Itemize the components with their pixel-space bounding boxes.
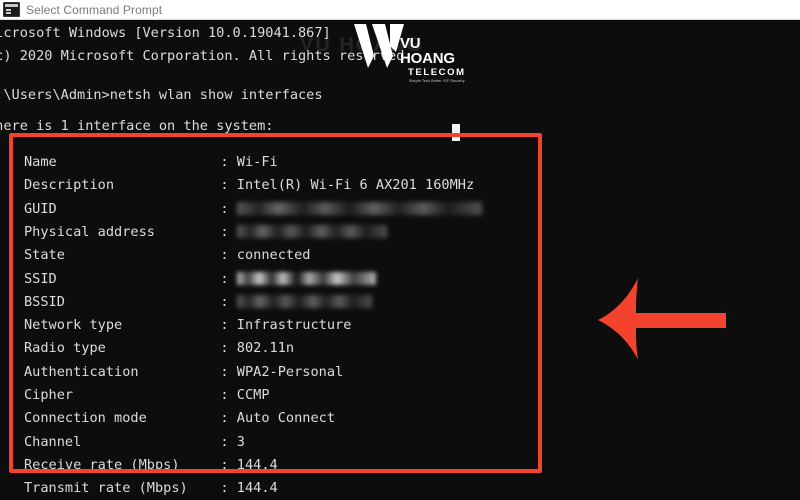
screenshot-root: Select Command Prompt Microsoft Windows … <box>0 0 800 500</box>
interface-row-label: Channel : <box>24 433 237 450</box>
interface-row-value: connected <box>236 247 311 264</box>
interface-row-label: Name : <box>24 154 237 170</box>
window-titlebar[interactable]: Select Command Prompt <box>0 0 800 20</box>
interface-row: Channel : 3 <box>24 431 245 454</box>
interface-row: BSSID : <box>24 291 372 314</box>
redacted-value <box>236 272 376 285</box>
interface-row-label: Cipher : <box>24 387 237 403</box>
interface-row: Description : Intel(R) Wi-Fi 6 AX201 160… <box>24 174 474 197</box>
redacted-value <box>236 202 482 216</box>
interface-row: Authentication : WPA2-Personal <box>24 361 343 384</box>
interface-row-value: Infrastructure <box>236 317 352 334</box>
redacted-value <box>236 225 387 239</box>
console-line-version: Microsoft Windows [Version 10.0.19041.86… <box>0 25 331 41</box>
interface-row-label: Description : <box>24 177 237 194</box>
interface-row: SSID : <box>24 268 376 291</box>
console-output-area[interactable]: Microsoft Windows [Version 10.0.19041.86… <box>0 20 800 500</box>
interface-row: Transmit rate (Mbps) : 144.4 <box>24 477 278 500</box>
interface-row-label: Receive rate (Mbps) : <box>24 456 237 473</box>
interface-row-value: WPA2-Personal <box>236 363 344 380</box>
interface-row-label: Radio type : <box>24 340 237 357</box>
interface-row-value: Auto Connect <box>236 410 336 427</box>
command-prompt-icon <box>3 2 20 17</box>
interface-row-value: 144.4 <box>236 480 278 497</box>
interface-row-value: 3 <box>236 433 245 450</box>
interface-row: Receive rate (Mbps) : 144.4 <box>24 454 278 477</box>
interface-row-label: BSSID : <box>24 293 237 310</box>
interface-row: Radio type : 802.11n <box>24 337 294 360</box>
interface-row-label: State : <box>24 247 237 264</box>
interface-row: Physical address : <box>24 221 387 244</box>
interface-row-label: SSID : <box>24 270 237 287</box>
console-line-prompt: C:\Users\Admin>netsh wlan show interface… <box>0 87 323 103</box>
interface-row: Connection mode : Auto Connect <box>24 407 335 430</box>
window-title: Select Command Prompt <box>26 2 163 17</box>
interface-row: GUID : <box>24 198 482 221</box>
interface-row-label: Transmit rate (Mbps) : <box>24 480 237 497</box>
interface-row: Cipher : CCMP <box>24 384 270 407</box>
redacted-value <box>236 295 372 309</box>
interface-row-value: 144.4 <box>236 456 278 473</box>
console-line-copyright: (c) 2020 Microsoft Corporation. All righ… <box>0 48 413 64</box>
text-cursor <box>452 124 460 141</box>
left-arrow-annotation <box>598 278 726 360</box>
interface-row-value: Wi-Fi <box>236 154 278 170</box>
interface-row-label: Physical address : <box>24 223 237 240</box>
interface-row: Network type : Infrastructure <box>24 314 351 337</box>
interface-row-value: Intel(R) Wi-Fi 6 AX201 160MHz <box>236 177 475 194</box>
console-line-interface-count: There is 1 interface on the system: <box>0 118 274 134</box>
interface-row-value: 802.11n <box>236 340 295 357</box>
interface-row-value: CCMP <box>236 387 270 403</box>
interface-row: State : connected <box>24 244 310 267</box>
interface-row: Name : Wi-Fi <box>24 151 278 174</box>
interface-row-label: Authentication : <box>24 363 237 380</box>
interface-row-label: Network type : <box>24 317 237 334</box>
interface-row-label: Connection mode : <box>24 410 237 427</box>
interface-row-label: GUID : <box>24 200 237 217</box>
